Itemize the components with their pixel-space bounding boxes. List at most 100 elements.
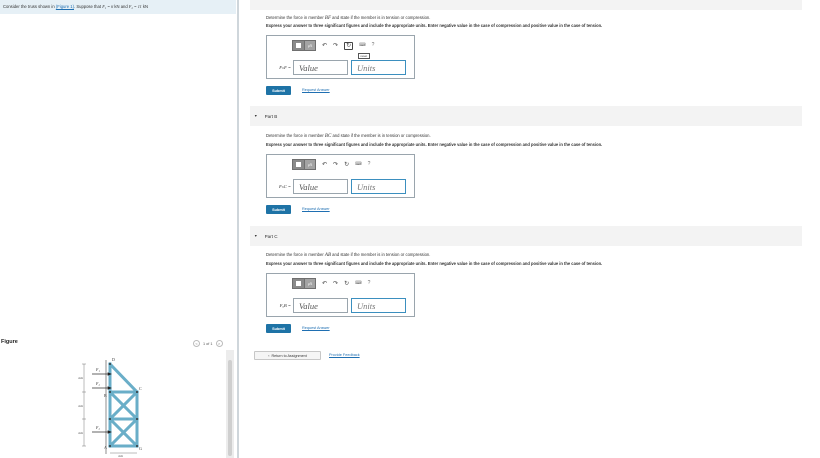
part-c-q-post: and state if the member is in tension or… (332, 252, 431, 257)
keyboard-icon[interactable]: ⌨ (355, 281, 362, 286)
template-buttons: μA (292, 278, 316, 289)
f2-value: F₂ = 11 (128, 4, 142, 9)
help-icon[interactable]: ? (368, 162, 371, 167)
label-a: A (104, 445, 107, 450)
part-a-q-pre: Determine the force in member (266, 15, 324, 20)
label-c: C (139, 386, 142, 391)
joint-d (109, 363, 111, 365)
part-b-value-field[interactable]: Value (293, 179, 348, 194)
label-b: B (104, 393, 107, 398)
reset-icon[interactable]: ↻ (344, 41, 354, 50)
return-to-assignment-button[interactable]: ‹ Return to Assignment (254, 351, 321, 360)
figure-page-count: 1 of 1 (203, 341, 213, 346)
part-c-value-field[interactable]: Value (293, 298, 348, 313)
redo-icon[interactable]: ↷ (333, 162, 338, 168)
part-b-q-post: and state if the member is in tension or… (332, 133, 431, 138)
label-f2: F₂ (95, 381, 100, 386)
pane-divider[interactable] (237, 0, 239, 458)
units-button[interactable]: μA (304, 160, 315, 170)
joint-mid-left (109, 418, 111, 420)
part-b-toolbar: μA ↶ ↷ ↻ ⌨ ? (292, 159, 370, 170)
part-b-q-pre: Determine the force in member (266, 133, 324, 138)
joint-b (109, 391, 111, 393)
part-a-header (250, 0, 802, 10)
dim-3: 4 m (78, 431, 83, 435)
help-icon[interactable]: ? (372, 43, 375, 48)
part-c-member: AB (324, 253, 331, 258)
part-c-question: Determine the force in member AB and sta… (266, 252, 430, 258)
truss-diagram: D C B A G F₁ F₂ F₂ 4 m 4 m 4 m 4 m (78, 357, 142, 458)
part-c-answer-box: μA ↶ ↷ ↻ ⌨ ? FₐB = Value Units (266, 273, 415, 317)
part-b-answer-box: μA ↶ ↷ ↻ ⌨ ? FₕC = Value Units (266, 154, 415, 198)
reset-tooltip: reset (358, 53, 370, 59)
part-a-value-field[interactable]: Value (293, 60, 348, 75)
left-pane: Consider the truss shown in (Figure 1). … (0, 0, 238, 458)
reset-icon[interactable]: ↻ (344, 162, 349, 168)
part-c-title: Part C (264, 233, 278, 239)
part-b-units-field[interactable]: Units (351, 179, 406, 194)
part-b-request-answer-link[interactable]: Request Answer (302, 207, 330, 211)
undo-icon[interactable]: ↶ (322, 43, 327, 49)
part-a-variable-label: FₕF = (279, 64, 291, 70)
part-c-submit-button[interactable]: Submit (266, 324, 291, 333)
keyboard-icon[interactable]: ⌨ (355, 162, 362, 167)
part-b-header[interactable]: ▼ Part B (250, 106, 802, 126)
part-a-request-answer-link[interactable]: Request Answer (302, 88, 330, 92)
f1-unit: kN (114, 4, 120, 9)
units-button[interactable]: μA (304, 279, 315, 289)
part-c-q-pre: Determine the force in member (266, 252, 324, 257)
keyboard-icon[interactable]: ⌨ (359, 43, 366, 48)
figure-scrollbar-thumb[interactable] (228, 360, 232, 456)
page: Consider the truss shown in (Figure 1). … (0, 0, 820, 458)
chevron-left-icon: ‹ (268, 353, 270, 358)
redo-icon[interactable]: ↷ (333, 43, 338, 49)
prev-figure-button[interactable]: < (193, 340, 200, 347)
joint-g (136, 445, 138, 447)
part-b-submit-button[interactable]: Submit (266, 205, 291, 214)
label-d: D (112, 357, 115, 362)
force-arrows (92, 372, 112, 434)
collapse-icon: ▼ (254, 234, 258, 238)
next-figure-button[interactable]: > (215, 340, 223, 347)
f1-value: F₁ = 6 (102, 4, 114, 9)
part-a-instructions: Express your answer to three significant… (266, 23, 603, 28)
problem-text-2: . Suppose that (74, 4, 102, 9)
part-a-units-field[interactable]: Units (351, 60, 406, 75)
problem-statement: Consider the truss shown in (Figure 1). … (0, 0, 236, 14)
problem-and: and (120, 4, 128, 9)
templates-button[interactable] (293, 160, 304, 169)
part-a-answer-box: μA ↶ ↷ ↻ ⌨ ? reset FₕF = Value Units (266, 35, 415, 79)
label-f1: F₁ (95, 367, 100, 372)
help-icon[interactable]: ? (368, 281, 371, 286)
part-c-toolbar: μA ↶ ↷ ↻ ⌨ ? (292, 278, 370, 289)
label-f3: F₂ (95, 425, 100, 430)
undo-icon[interactable]: ↶ (322, 281, 327, 287)
units-button[interactable]: μA (304, 41, 315, 51)
part-c-inputs: FₐB = Value Units (273, 298, 406, 313)
part-a-submit-button[interactable]: Submit (266, 86, 291, 95)
part-a-q-post: and state if the member is in tension or… (332, 15, 431, 20)
collapse-icon: ▼ (254, 114, 258, 118)
reset-icon[interactable]: ↻ (344, 281, 349, 287)
part-b-instructions: Express your answer to three significant… (266, 142, 603, 147)
part-a-toolbar: μA ↶ ↷ ↻ ⌨ ? (292, 40, 374, 51)
part-b-variable-label: FₕC = (279, 183, 291, 189)
template-buttons: μA (292, 40, 316, 51)
templates-button[interactable] (293, 41, 304, 50)
part-b-inputs: FₕC = Value Units (273, 179, 406, 194)
part-b-member: BC (324, 134, 332, 139)
figure-link[interactable]: (Figure 1) (56, 4, 74, 9)
part-c-header[interactable]: ▼ Part C (250, 226, 802, 246)
templates-button[interactable] (293, 279, 304, 288)
figure-pager: < 1 of 1 > (193, 340, 223, 347)
part-c-units-field[interactable]: Units (351, 298, 406, 313)
member-top-diagonal (107, 361, 140, 395)
provide-feedback-link[interactable]: Provide Feedback (329, 353, 360, 357)
truss-members (107, 361, 140, 449)
redo-icon[interactable]: ↷ (333, 281, 338, 287)
undo-icon[interactable]: ↶ (322, 162, 327, 168)
right-pane: Determine the force in member BF and sta… (250, 0, 802, 458)
truss-figure: D C B A G F₁ F₂ F₂ 4 m 4 m 4 m 4 m (0, 350, 236, 458)
figure-title: Figure (1, 339, 18, 345)
part-c-request-answer-link[interactable]: Request Answer (302, 326, 330, 330)
